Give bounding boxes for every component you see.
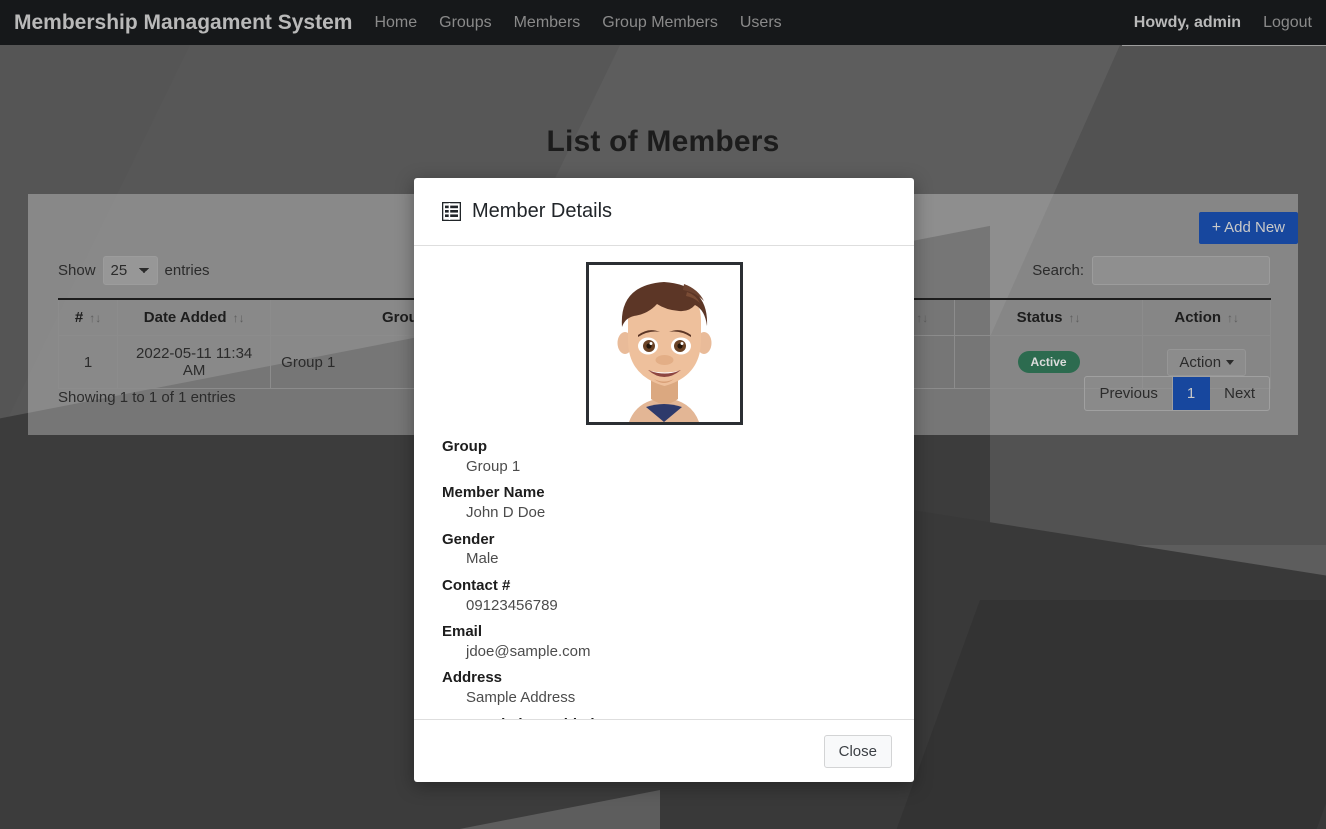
add-new-label: Add New	[1224, 219, 1285, 236]
field-contact: Contact # 09123456789	[442, 577, 886, 615]
field-email: Email jdoe@sample.com	[442, 623, 886, 661]
row-action-dropdown[interactable]: Action	[1167, 348, 1247, 376]
field-value: jdoe@sample.com	[466, 642, 591, 660]
field-group: Group Group 1	[442, 438, 886, 476]
field-label: Address	[442, 669, 503, 687]
navbar: Membership Managament System Home Groups…	[0, 0, 1326, 45]
page-root: Membership Managament System Home Groups…	[0, 0, 1326, 829]
table-info: Showing 1 to 1 of 1 entries	[58, 389, 236, 406]
field-label: Email	[442, 623, 483, 640]
sort-icon: ↑↓	[1068, 311, 1081, 325]
sort-icon: ↑↓	[916, 311, 929, 325]
navbar-right: Howdy, admin Logout	[1134, 14, 1312, 32]
field-label: Contact #	[442, 576, 511, 594]
modal-header: Member Details	[414, 178, 914, 246]
nav-link-members[interactable]: Members	[514, 14, 581, 32]
nav-link-home[interactable]: Home	[374, 14, 417, 32]
navbar-greeting: Howdy, admin	[1133, 13, 1242, 31]
status-badge: Active	[1017, 351, 1080, 373]
sort-icon: ↑↓	[89, 311, 102, 325]
field-value: Male	[466, 550, 499, 568]
entries-label: entries	[164, 262, 210, 279]
entries-per-page-select[interactable]: 10 25 50 100	[102, 256, 158, 285]
pagination-next[interactable]: Next	[1210, 377, 1269, 410]
plus-icon: +	[1211, 219, 1222, 236]
column-header-status[interactable]: Status ↑↓	[953, 298, 1144, 336]
search-label: Search:	[1032, 262, 1084, 279]
logout-link[interactable]: Logout	[1263, 14, 1312, 32]
modal-footer: Close	[414, 719, 914, 782]
search-input[interactable]	[1092, 256, 1270, 285]
field-address: Address Sample Address	[442, 669, 886, 707]
pagination-previous[interactable]: Previous	[1085, 377, 1173, 410]
navbar-underline	[1122, 45, 1326, 46]
field-value: John D Doe	[466, 504, 546, 521]
avatar-container	[442, 262, 886, 427]
sort-icon: ↑↓	[1227, 311, 1240, 325]
nav-link-groups[interactable]: Groups	[439, 14, 491, 32]
field-label: Gender	[442, 530, 495, 548]
column-header-num[interactable]: # ↑↓	[57, 298, 119, 336]
field-member-name: Member Name John D Doe	[442, 484, 886, 522]
pagination: Previous 1 Next	[1084, 376, 1270, 411]
chevron-down-icon	[1226, 360, 1235, 366]
modal-body: Group Group 1 Member Name John D Doe Gen…	[414, 246, 914, 719]
field-label: Member Name	[442, 484, 545, 502]
field-label: Group	[442, 438, 487, 455]
cell-date-added: 2022-05-11 11:34 AM	[117, 335, 272, 389]
table-icon	[442, 202, 461, 221]
show-label: Show	[58, 262, 96, 279]
field-gender: Gender Male	[442, 531, 886, 569]
field-value: Sample Address	[466, 689, 576, 706]
modal-title: Member Details	[442, 200, 612, 223]
pagination-page-1[interactable]: 1	[1172, 377, 1211, 410]
field-value: 09123456789	[466, 596, 558, 614]
field-value: Group 1	[466, 457, 521, 475]
avatar	[585, 262, 743, 425]
cell-num: 1	[57, 335, 119, 389]
close-button[interactable]: Close	[823, 734, 892, 768]
search-filter: Search:	[1032, 256, 1270, 285]
add-new-button[interactable]: + Add New	[1198, 212, 1298, 244]
column-header-action[interactable]: Action ↑↓	[1142, 298, 1271, 336]
sort-icon: ↑↓	[232, 311, 245, 325]
page-title: List of Members	[546, 125, 780, 158]
entries-length-control: Show 10 25 50 100 entries	[58, 256, 210, 285]
page-heading: List of Members	[0, 125, 1326, 182]
column-header-date-added[interactable]: Date Added ↑↓	[117, 298, 272, 336]
modal-title-text: Member Details	[472, 200, 613, 222]
member-details-modal: Member Details Group Group 1 Member Name…	[414, 178, 914, 782]
nav-link-group-members[interactable]: Group Members	[602, 14, 718, 32]
nav-link-users[interactable]: Users	[740, 14, 782, 32]
navbar-brand[interactable]: Membership Managament System	[14, 11, 352, 35]
